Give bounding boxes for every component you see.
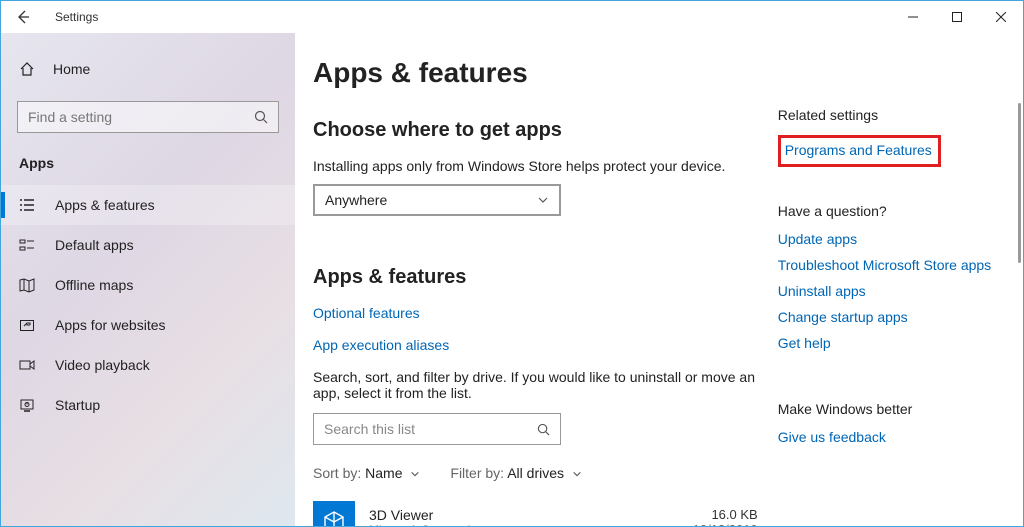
apps-features-header: Apps & features [313, 266, 758, 289]
chevron-down-icon [537, 194, 549, 206]
dropdown-value: Anywhere [325, 192, 387, 208]
close-icon [996, 12, 1006, 22]
nav-item-label: Default apps [55, 237, 134, 253]
window-title: Settings [55, 10, 98, 24]
map-icon [19, 277, 35, 293]
search-desc: Search, sort, and filter by drive. If yo… [313, 369, 758, 401]
give-feedback-link[interactable]: Give us feedback [778, 429, 1005, 445]
nav-item-label: Apps & features [55, 197, 155, 213]
home-label: Home [53, 61, 90, 77]
search-placeholder: Find a setting [28, 109, 112, 125]
sort-value: Name [365, 465, 402, 481]
right-column: Related settings Programs and Features H… [778, 57, 1005, 526]
filter-label: Filter by: [450, 465, 504, 481]
app-execution-aliases-link[interactable]: App execution aliases [313, 337, 758, 353]
choose-apps-desc: Installing apps only from Windows Store … [313, 158, 758, 174]
update-apps-link[interactable]: Update apps [778, 231, 1005, 247]
nav-offline-maps[interactable]: Offline maps [1, 265, 295, 305]
cube-icon [321, 509, 347, 526]
nav-startup[interactable]: Startup [1, 385, 295, 425]
category-label: Apps [1, 155, 295, 171]
sort-label: Sort by: [313, 465, 361, 481]
nav-item-label: Offline maps [55, 277, 133, 293]
vertical-scrollbar[interactable] [1018, 103, 1021, 263]
sort-filter-row: Sort by: Name Filter by: All drives [313, 465, 758, 481]
app-list-item[interactable]: 3D Viewer Microsoft Corporation 16.0 KB … [313, 501, 758, 526]
chevron-down-icon [410, 469, 420, 479]
troubleshoot-store-link[interactable]: Troubleshoot Microsoft Store apps [778, 257, 1005, 273]
nav-apps-websites[interactable]: Apps for websites [1, 305, 295, 345]
list-icon [19, 197, 35, 213]
startup-icon [19, 397, 35, 413]
sidebar: Home Find a setting Apps Apps & features… [1, 33, 295, 526]
app-info: 3D Viewer Microsoft Corporation [369, 507, 679, 526]
find-setting-search[interactable]: Find a setting [17, 101, 279, 133]
open-icon [19, 317, 35, 333]
search-icon [537, 423, 550, 436]
nav-apps-features[interactable]: Apps & features [1, 185, 295, 225]
filter-by-control[interactable]: Filter by: All drives [450, 465, 582, 481]
app-date: 10/12/2019 [693, 522, 758, 526]
minimize-icon [908, 12, 918, 22]
choose-apps-header: Choose where to get apps [313, 119, 758, 142]
have-question-header: Have a question? [778, 203, 1005, 219]
search-icon [254, 110, 268, 124]
maximize-button[interactable] [935, 1, 979, 33]
search-list-placeholder: Search this list [324, 421, 415, 437]
chevron-down-icon [572, 469, 582, 479]
app-size: 16.0 KB [693, 507, 758, 522]
arrow-left-icon [16, 10, 30, 24]
search-list-input[interactable]: Search this list [313, 413, 561, 445]
programs-features-link[interactable]: Programs and Features [785, 142, 932, 158]
maximize-icon [952, 12, 962, 22]
page-title: Apps & features [313, 57, 758, 89]
nav-item-label: Apps for websites [55, 317, 166, 333]
close-button[interactable] [979, 1, 1023, 33]
nav-item-label: Startup [55, 397, 100, 413]
get-help-link[interactable]: Get help [778, 335, 1005, 351]
home-nav[interactable]: Home [1, 53, 295, 85]
app-publisher: Microsoft Corporation [369, 523, 679, 526]
nav-video-playback[interactable]: Video playback [1, 345, 295, 385]
optional-features-link[interactable]: Optional features [313, 305, 758, 321]
related-settings-header: Related settings [778, 107, 1005, 123]
app-name: 3D Viewer [369, 507, 679, 523]
minimize-button[interactable] [891, 1, 935, 33]
home-icon [19, 61, 35, 77]
change-startup-link[interactable]: Change startup apps [778, 309, 1005, 325]
nav-item-label: Video playback [55, 357, 150, 373]
app-icon [313, 501, 355, 526]
video-icon [19, 357, 35, 373]
main-panel: Apps & features Choose where to get apps… [295, 33, 1023, 526]
nav-default-apps[interactable]: Default apps [1, 225, 295, 265]
choose-apps-dropdown[interactable]: Anywhere [313, 184, 561, 216]
app-meta: 16.0 KB 10/12/2019 [693, 507, 758, 526]
window-controls [891, 1, 1023, 33]
make-windows-better-header: Make Windows better [778, 401, 1005, 417]
titlebar: Settings [1, 1, 1023, 33]
highlight-annotation: Programs and Features [778, 135, 941, 167]
uninstall-apps-link[interactable]: Uninstall apps [778, 283, 1005, 299]
defaults-icon [19, 237, 35, 253]
filter-value: All drives [507, 465, 564, 481]
sort-by-control[interactable]: Sort by: Name [313, 465, 420, 481]
back-button[interactable] [1, 1, 45, 33]
